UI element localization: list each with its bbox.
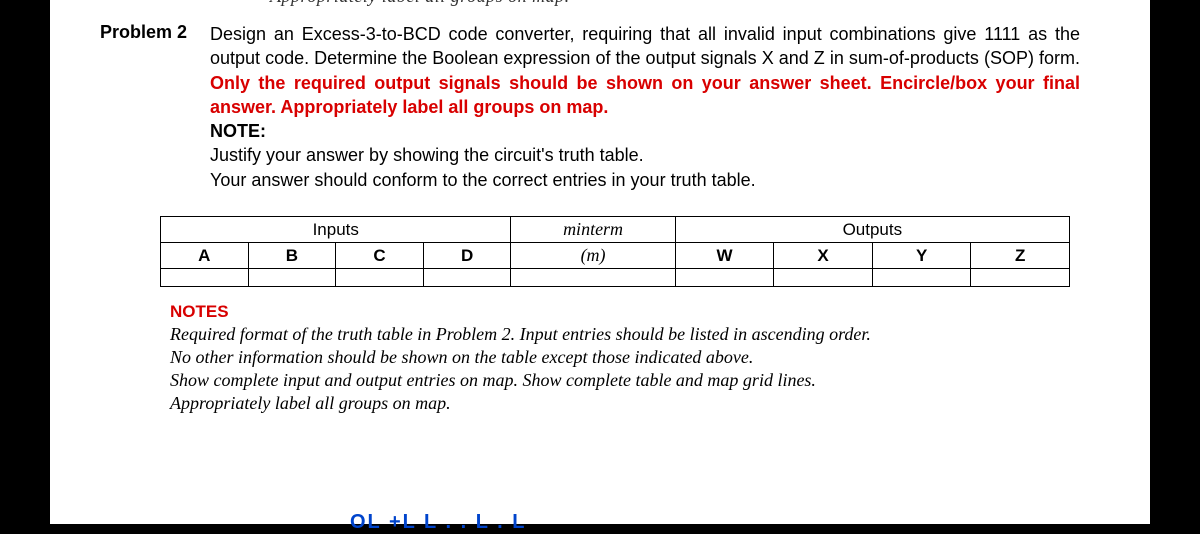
col-C: C [336, 243, 424, 269]
notes-block: NOTES Required format of the truth table… [170, 301, 1110, 415]
col-D: D [423, 243, 511, 269]
problem-label: Problem 2 [90, 22, 210, 192]
note-line-1: Justify your answer by showing the circu… [210, 145, 644, 165]
header-outputs: Outputs [675, 217, 1069, 243]
problem-text: Design an Excess-3-to-BCD code converter… [210, 22, 1110, 192]
cutoff-text-bottom: OL +L L . . L . L [350, 511, 526, 534]
header-inputs: Inputs [161, 217, 511, 243]
notes-line-4: Appropriately label all groups on map. [170, 392, 1070, 415]
truth-table-header: Inputs minterm Outputs A B C D (m) W X Y… [160, 216, 1070, 287]
col-Y: Y [872, 243, 971, 269]
problem-text-main: Design an Excess-3-to-BCD code converter… [210, 24, 1080, 68]
header-minterm: minterm [511, 217, 675, 243]
col-m: (m) [511, 243, 675, 269]
table-empty-row [161, 269, 1070, 287]
document-page: Appropriately label all groups on map. P… [50, 0, 1150, 524]
col-W: W [675, 243, 774, 269]
notes-title: NOTES [170, 301, 1070, 323]
col-Z: Z [971, 243, 1070, 269]
notes-body: Required format of the truth table in Pr… [170, 323, 1070, 415]
notes-line-3: Show complete input and output entries o… [170, 369, 1070, 392]
note-line-2: Your answer should conform to the correc… [210, 170, 756, 190]
table-column-row: A B C D (m) W X Y Z [161, 243, 1070, 269]
col-X: X [774, 243, 873, 269]
problem-block: Problem 2 Design an Excess-3-to-BCD code… [90, 0, 1110, 192]
notes-line-1: Required format of the truth table in Pr… [170, 323, 1070, 346]
note-label: NOTE: [210, 121, 266, 141]
notes-line-2: No other information should be shown on … [170, 346, 1070, 369]
col-B: B [248, 243, 336, 269]
table-group-row: Inputs minterm Outputs [161, 217, 1070, 243]
problem-text-highlight: Only the required output signals should … [210, 73, 1080, 117]
col-A: A [161, 243, 249, 269]
cutoff-text-top: Appropriately label all groups on map. [270, 0, 570, 7]
